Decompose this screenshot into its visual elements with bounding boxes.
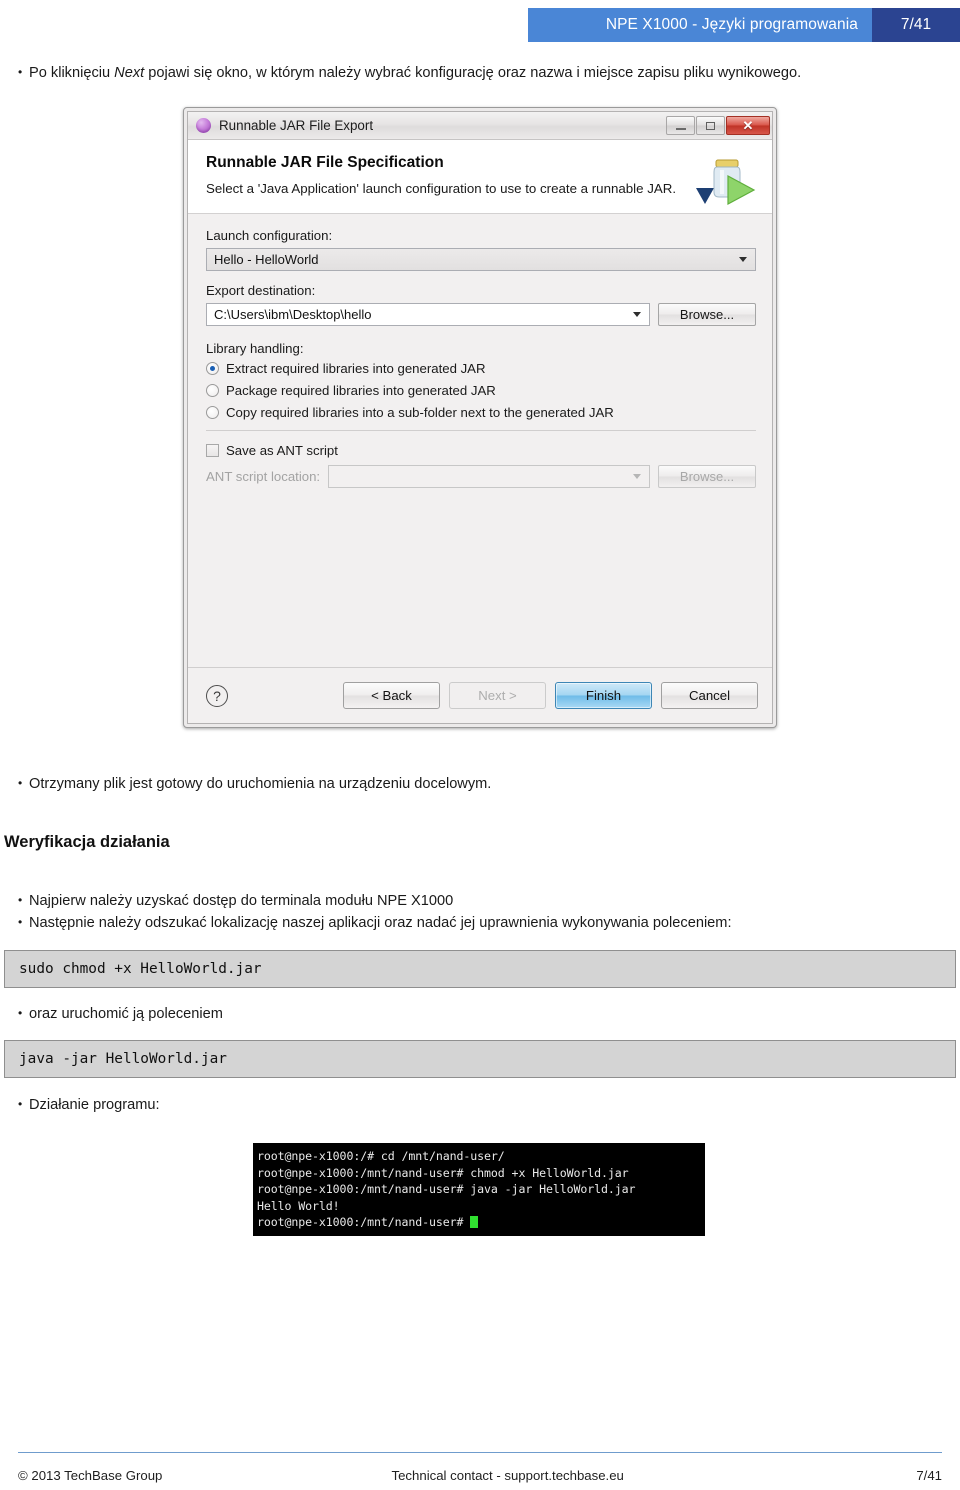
- footer-contact: Technical contact - support.techbase.eu: [391, 1468, 624, 1483]
- footer-divider: [18, 1452, 942, 1453]
- radio-icon: [206, 406, 219, 419]
- footer-page-number: 7/41: [916, 1468, 942, 1483]
- terminal-cursor: [470, 1216, 479, 1228]
- dialog-header-area: Runnable JAR File Specification Select a…: [188, 140, 772, 214]
- intro-emphasis: Next: [114, 65, 145, 81]
- step4-text: Działanie programu:: [29, 1097, 160, 1113]
- export-destination-row: C:\Users\ibm\Desktop\hello Browse...: [206, 303, 756, 326]
- back-button[interactable]: < Back: [343, 682, 440, 709]
- launch-configuration-label: Launch configuration:: [206, 228, 333, 243]
- ant-script-location-combo: [328, 465, 650, 488]
- export-destination-label: Export destination:: [206, 283, 316, 298]
- terminal-line-1: root@npe-x1000:/# cd /mnt/nand-user/: [257, 1149, 505, 1163]
- ant-script-location-label: ANT script location:: [206, 469, 321, 484]
- checkbox-icon: [206, 444, 219, 457]
- cancel-button[interactable]: Cancel: [661, 682, 758, 709]
- dialog-heading: Runnable JAR File Specification: [206, 154, 444, 171]
- step3-bullet: oraz uruchomić ją poleceniem: [18, 1003, 223, 1024]
- code-block-java: java -jar HelloWorld.jar: [4, 1040, 956, 1078]
- launch-configuration-combo[interactable]: Hello - HelloWorld: [206, 248, 756, 271]
- dialog-inner: Runnable JAR File Export ✕ Runnable JAR …: [187, 111, 773, 724]
- library-handling-option-package[interactable]: Package required libraries into generate…: [206, 383, 756, 398]
- minimize-icon: [675, 127, 686, 130]
- terminal-line-4: Hello World!: [257, 1198, 340, 1213]
- finish-button[interactable]: Finish: [555, 682, 652, 709]
- runnable-jar-export-dialog: Runnable JAR File Export ✕ Runnable JAR …: [183, 107, 777, 728]
- ready-bullet: Otrzymany plik jest gotowy do uruchomien…: [18, 773, 491, 794]
- page-footer: © 2013 TechBase Group Technical contact …: [18, 1468, 942, 1483]
- jar-export-icon: [696, 159, 756, 206]
- page-header-title: NPE X1000 - Języki programowania: [528, 8, 872, 42]
- step3-text: oraz uruchomić ją poleceniem: [29, 1006, 223, 1022]
- library-handling-option-extract[interactable]: Extract required libraries into generate…: [206, 361, 756, 376]
- library-handling-option-label: Copy required libraries into a sub-folde…: [226, 405, 614, 420]
- radio-icon: [206, 384, 219, 397]
- next-button: Next >: [449, 682, 546, 709]
- terminal-line-5: root@npe-x1000:/mnt/nand-user#: [257, 1215, 471, 1229]
- library-handling-label: Library handling:: [206, 341, 304, 356]
- launch-configuration-value: Hello - HelloWorld: [214, 252, 319, 267]
- save-as-ant-script-label: Save as ANT script: [226, 443, 338, 458]
- chevron-down-icon: [633, 474, 641, 479]
- step1-text: Najpierw należy uzyskać dostęp do termin…: [29, 893, 454, 909]
- ant-script-location-row: ANT script location: Browse...: [206, 465, 756, 488]
- dialog-subheading: Select a 'Java Application' launch confi…: [206, 181, 677, 196]
- terminal-line-3: root@npe-x1000:/mnt/nand-user# java -jar…: [257, 1182, 636, 1196]
- terminal-line-2: root@npe-x1000:/mnt/nand-user# chmod +x …: [257, 1165, 629, 1180]
- close-button[interactable]: ✕: [726, 116, 770, 135]
- help-icon[interactable]: ?: [206, 684, 228, 707]
- page-header-page-badge: 7/41: [872, 8, 960, 42]
- step1-bullet: Najpierw należy uzyskać dostęp do termin…: [18, 890, 453, 911]
- export-destination-combo[interactable]: C:\Users\ibm\Desktop\hello: [206, 303, 650, 326]
- jar-sphere-icon: [196, 118, 211, 133]
- radio-icon: [206, 362, 219, 375]
- terminal-screenshot: root@npe-x1000:/# cd /mnt/nand-user/ roo…: [253, 1143, 705, 1236]
- maximize-button[interactable]: [696, 116, 725, 135]
- step4-bullet: Działanie programu:: [18, 1094, 160, 1115]
- minimize-button[interactable]: [666, 116, 695, 135]
- step2-bullet: Następnie należy odszukać lokalizację na…: [18, 912, 732, 933]
- ready-text: Otrzymany plik jest gotowy do uruchomien…: [29, 776, 492, 792]
- export-destination-browse-button[interactable]: Browse...: [658, 303, 756, 326]
- code-block-chmod: sudo chmod +x HelloWorld.jar: [4, 950, 956, 988]
- dialog-body: Launch configuration: Hello - HelloWorld…: [188, 214, 772, 667]
- dialog-footer-buttons: < Back Next > Finish Cancel: [343, 682, 758, 709]
- window-controls: ✕: [666, 116, 770, 135]
- step2-text: Następnie należy odszukać lokalizację na…: [29, 915, 732, 931]
- section-heading: Weryfikacja działania: [4, 833, 170, 851]
- save-as-ant-script-checkbox[interactable]: Save as ANT script: [206, 443, 756, 458]
- section-divider: [206, 430, 756, 431]
- maximize-icon: [706, 121, 715, 130]
- library-handling-option-label: Package required libraries into generate…: [226, 383, 496, 398]
- ant-script-browse-button: Browse...: [658, 465, 756, 488]
- dialog-footer: ? < Back Next > Finish Cancel: [188, 667, 772, 723]
- chevron-down-icon: [739, 257, 747, 262]
- chevron-down-icon: [633, 312, 641, 317]
- close-icon: ✕: [742, 118, 754, 133]
- intro-prefix: Po kliknięciu: [29, 65, 115, 81]
- footer-copyright: © 2013 TechBase Group: [18, 1468, 163, 1483]
- page-header: NPE X1000 - Języki programowania 7/41: [528, 8, 960, 42]
- intro-bullet: Po kliknięciu Next pojawi się okno, w kt…: [18, 62, 801, 83]
- dialog-title: Runnable JAR File Export: [219, 118, 374, 133]
- library-handling-option-label: Extract required libraries into generate…: [226, 361, 486, 376]
- intro-suffix: pojawi się okno, w którym należy wybrać …: [144, 65, 802, 81]
- dialog-titlebar[interactable]: Runnable JAR File Export ✕: [188, 112, 772, 140]
- export-destination-value: C:\Users\ibm\Desktop\hello: [214, 307, 372, 322]
- library-handling-option-copy[interactable]: Copy required libraries into a sub-folde…: [206, 405, 756, 420]
